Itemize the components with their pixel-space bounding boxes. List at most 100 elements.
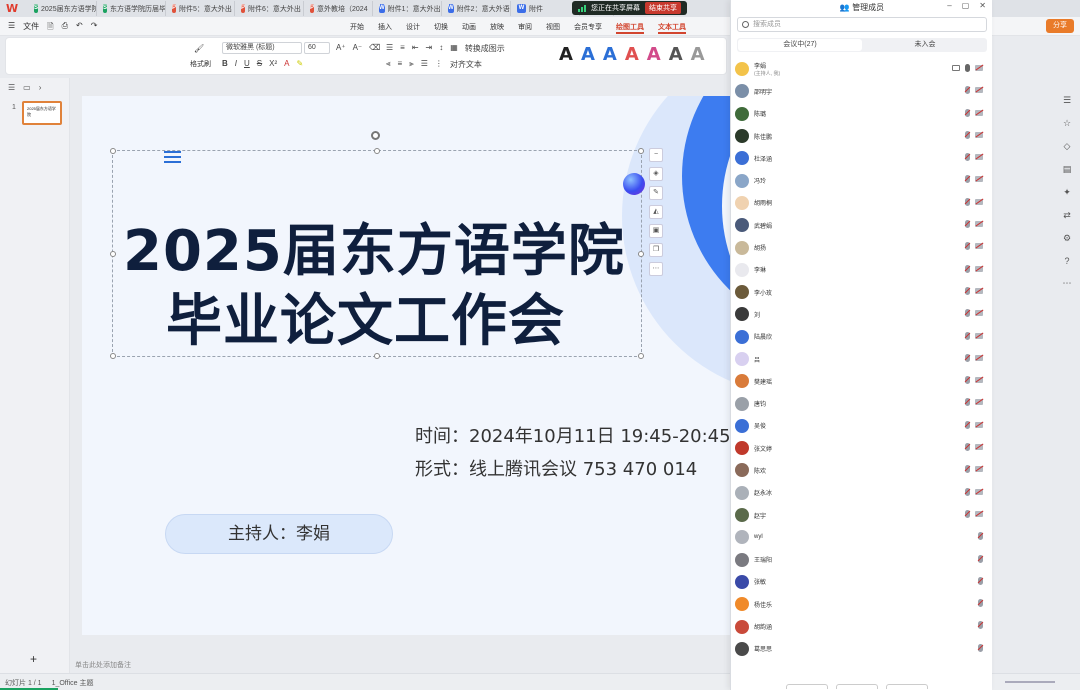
camera-off-icon[interactable] [975,510,983,517]
menu-tab[interactable]: 会员专享 [574,22,602,34]
microphone-muted-icon[interactable] [965,264,970,273]
microphone-muted-icon[interactable] [978,532,983,541]
microphone-muted-icon[interactable] [965,197,970,206]
microphone-muted-icon[interactable] [965,353,970,362]
microphone-muted-icon[interactable] [965,242,970,251]
notes-placeholder[interactable]: 单击此处添加备注 [75,660,131,670]
footer-button[interactable] [836,684,878,689]
microphone-muted-icon[interactable] [978,554,983,563]
align-center-icon[interactable]: ≡ [398,59,403,70]
font-size-select[interactable]: 60 [303,42,330,54]
microphone-muted-icon[interactable] [965,487,970,496]
member-row[interactable]: 武碧娟 [735,214,989,236]
camera-off-icon[interactable] [975,221,983,228]
print-icon[interactable]: ⎙ [62,21,68,35]
camera-off-icon[interactable] [975,399,983,406]
member-row[interactable]: 王瑞阳 [735,549,989,571]
slide-canvas[interactable]: 2025届东方语学院 毕业论文工作会 − ◈ ✎ ◭ ▣ ❐ ⋯ 时间：2024… [82,96,742,635]
microphone-muted-icon[interactable] [965,465,970,474]
microphone-icon[interactable] [965,64,970,72]
font-name-select[interactable]: 微软雅黑 (标题) [222,42,302,54]
menu-tab[interactable]: 设计 [406,22,420,34]
document-tab[interactable]: S 东方语学院历届毕 [97,1,166,16]
camera-off-icon[interactable] [975,131,983,138]
menu-icon[interactable]: ☰ [1063,95,1071,106]
member-row[interactable]: 吴俊 [735,415,989,437]
format-painter-icon[interactable]: 🖌 [194,44,204,53]
member-row[interactable]: 赵永冰 [735,482,989,504]
microphone-muted-icon[interactable] [965,509,970,518]
increase-font-icon[interactable]: A⁺ [336,43,346,52]
italic-icon[interactable]: I [235,59,237,68]
document-tab[interactable]: P 附件6：意大外出 [235,1,304,16]
convert-smartart-icon[interactable]: ▦ [450,43,458,54]
file-menu[interactable]: 文件 [23,21,39,35]
thumbnail-view-icon[interactable]: ▭ [23,83,31,92]
shapes-icon[interactable]: ◇ [1064,141,1071,152]
microphone-muted-icon[interactable] [965,376,970,385]
transition-icon[interactable]: ⇄ [1063,210,1071,221]
resize-handle[interactable] [110,251,116,257]
footer-button[interactable] [786,684,828,689]
menu-tab[interactable]: 文本工具 [658,22,686,34]
camera-off-icon[interactable] [975,198,983,205]
format-painter-label[interactable]: 格式刷 [190,59,211,69]
member-row[interactable]: 陈佳鹏 [735,125,989,147]
resize-handle[interactable] [638,251,644,257]
strikethrough-icon[interactable]: S [257,59,262,68]
collapse-toolbar-icon[interactable]: − [649,148,663,162]
microphone-muted-icon[interactable] [965,331,970,340]
menu-tab[interactable]: 放映 [490,22,504,34]
camera-off-icon[interactable] [975,310,983,317]
text-art-style[interactable]: A [559,44,573,65]
redo-icon[interactable]: ↷ [91,21,98,35]
ai-assistant-icon[interactable] [623,173,645,195]
text-art-style[interactable]: A [581,44,595,65]
share-button[interactable]: 分享 [1046,19,1074,33]
camera-off-icon[interactable] [975,332,983,339]
menu-tab[interactable]: 开始 [350,22,364,34]
star-icon[interactable]: ☆ [1063,118,1071,129]
member-row[interactable]: 杜泽涵 [735,147,989,169]
stop-share-button[interactable]: 结束共享 [645,2,681,14]
microphone-muted-icon[interactable] [978,621,983,630]
camera-off-icon[interactable] [975,444,983,451]
member-row[interactable]: 刘 [735,303,989,325]
camera-off-icon[interactable] [975,243,983,250]
text-art-style[interactable]: A [603,44,617,65]
more-icon[interactable]: ⋯ [649,262,663,276]
edit-icon[interactable]: ✎ [649,186,663,200]
microphone-muted-icon[interactable] [978,576,983,585]
resize-handle[interactable] [374,148,380,154]
microphone-muted-icon[interactable] [965,153,970,162]
align-left-icon[interactable]: ⫷ [386,59,391,70]
document-tab[interactable]: S 2025届东方语学院 [28,1,97,16]
member-row[interactable]: 赵宇 [735,504,989,526]
undo-icon[interactable]: ↶ [76,21,83,35]
more-tools-icon[interactable]: ⋯ [1063,278,1072,289]
member-row[interactable]: 胡扬 [735,236,989,258]
convert-smartart-label[interactable]: 转换成图示 [465,43,505,54]
document-tab[interactable]: P 意外教培（2024 [304,1,373,16]
camera-off-icon[interactable] [975,154,983,161]
numbering-icon[interactable]: ≡ [400,43,405,54]
member-row[interactable]: 唐钧 [735,392,989,414]
distribute-icon[interactable]: ⋮ [435,59,443,70]
member-row[interactable]: 樊建瑶 [735,370,989,392]
member-row[interactable]: 陈欢 [735,459,989,481]
layout-icon[interactable]: ▤ [1063,164,1072,175]
camera-off-icon[interactable] [975,87,983,94]
member-row[interactable]: 胡韵涵 [735,615,989,637]
clear-format-icon[interactable]: ⌫ [369,43,380,52]
list-view-icon[interactable]: ☰ [8,83,15,92]
minimize-icon[interactable]: – [947,1,951,10]
slide-thumbnail[interactable]: 2025届东方语学院 [22,101,62,125]
resize-handle[interactable] [638,148,644,154]
hamburger-menu-icon[interactable]: ☰ [8,21,15,35]
member-row[interactable]: 杨佳乐 [735,593,989,615]
camera-off-icon[interactable] [975,377,983,384]
fill-icon[interactable]: ◭ [649,205,663,219]
camera-off-icon[interactable] [975,466,983,473]
camera-off-icon[interactable] [975,488,983,495]
footer-button[interactable] [886,684,928,689]
